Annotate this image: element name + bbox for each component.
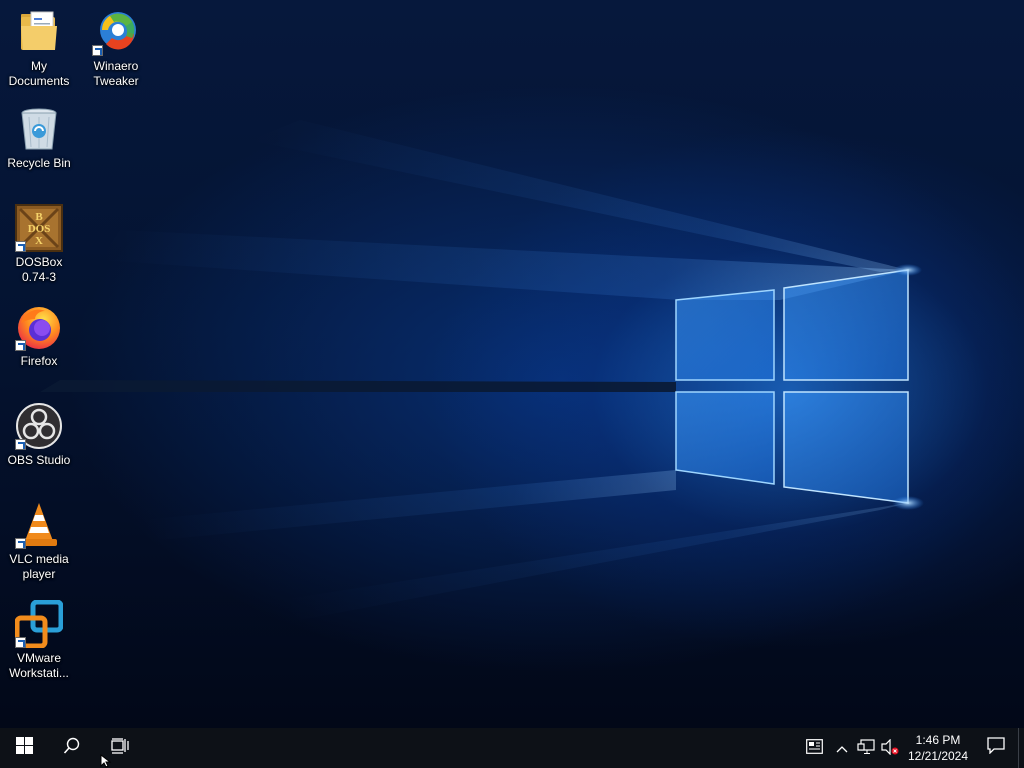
icon-label: OBS Studio	[7, 453, 71, 467]
clock-date: 12/21/2024	[907, 749, 969, 763]
dosbox-shortcut[interactable]: B DOS X DOSBox 0.74-3	[1, 204, 77, 285]
folder-documents-icon	[15, 8, 63, 56]
icon-label: VLC media player	[9, 552, 69, 581]
shortcut-arrow-icon	[15, 439, 26, 450]
obs-studio-shortcut[interactable]: OBS Studio	[1, 402, 77, 468]
taskbar: 1:46 PM 12/21/2024	[0, 728, 1024, 768]
clock-time: 1:46 PM	[915, 733, 961, 747]
shortcut-arrow-icon	[92, 45, 103, 56]
recycle-bin-icon	[15, 105, 63, 153]
desktop[interactable]: My Documents Recycle Bin B DOS X DOSBox …	[0, 0, 1024, 728]
chevron-up-icon	[836, 741, 848, 756]
svg-text:X: X	[35, 235, 43, 247]
search-button[interactable]	[48, 728, 96, 768]
icon-label: My Documents	[8, 59, 70, 88]
icon-label: Firefox	[20, 354, 58, 368]
vlc-shortcut[interactable]: VLC media player	[1, 501, 77, 582]
icon-label: VMware Workstati...	[9, 651, 69, 680]
icon-label: Winaero Tweaker	[93, 59, 139, 88]
shortcut-arrow-icon	[15, 241, 26, 252]
my-documents-shortcut[interactable]: My Documents	[1, 8, 77, 89]
vmware-workstation-shortcut[interactable]: VMware Workstati...	[1, 599, 77, 681]
vlc-icon	[15, 501, 63, 549]
svg-text:B: B	[35, 211, 43, 223]
show-hidden-icons-button[interactable]	[830, 728, 854, 768]
action-center-icon	[987, 737, 1005, 759]
news-icon	[805, 739, 823, 757]
show-desktop-button[interactable]	[1018, 728, 1024, 768]
mouse-cursor-icon	[100, 753, 114, 768]
firefox-shortcut[interactable]: Firefox	[1, 303, 77, 369]
winaero-tweaker-shortcut[interactable]: Winaero Tweaker	[78, 8, 154, 89]
recycle-bin-shortcut[interactable]: Recycle Bin	[1, 105, 77, 171]
action-center-button[interactable]	[974, 728, 1018, 768]
news-button[interactable]	[798, 728, 830, 768]
volume-muted-icon	[881, 738, 899, 758]
windows-logo-icon	[15, 737, 33, 759]
wallpaper-light-beams	[0, 0, 1024, 728]
clock[interactable]: 1:46 PM 12/21/2024	[902, 728, 974, 768]
firefox-icon	[15, 303, 63, 351]
shortcut-arrow-icon	[15, 637, 26, 648]
obs-studio-icon	[15, 402, 63, 450]
icon-label: DOSBox 0.74-3	[15, 255, 63, 284]
network-button[interactable]	[854, 728, 878, 768]
start-button[interactable]	[0, 728, 48, 768]
shortcut-arrow-icon	[15, 340, 26, 351]
dosbox-icon: B DOS X	[15, 204, 63, 252]
volume-button[interactable]	[878, 728, 902, 768]
search-icon	[63, 737, 81, 760]
winaero-tweaker-icon	[92, 8, 140, 56]
shortcut-arrow-icon	[15, 538, 26, 549]
network-icon	[857, 738, 875, 758]
vmware-workstation-icon	[14, 599, 64, 649]
svg-text:DOS: DOS	[28, 223, 51, 235]
icon-label: Recycle Bin	[7, 156, 71, 170]
